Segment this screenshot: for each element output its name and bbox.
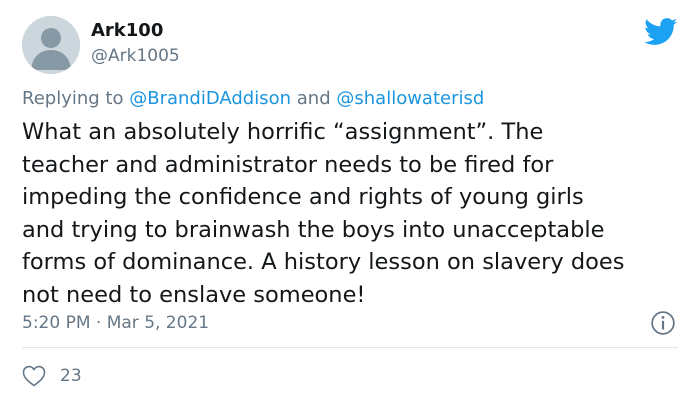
mention-link[interactable]: @shallowaterisd — [336, 88, 484, 109]
reply-conjunction: and — [296, 88, 331, 109]
tweet-text-line: not need to enslave someone! — [22, 281, 366, 308]
tweet-card: Ark100 @Ark1005 Replying to @BrandiDAddi… — [0, 0, 700, 402]
author-handle[interactable]: @Ark1005 — [91, 45, 180, 67]
author-name[interactable]: Ark100 — [91, 19, 163, 43]
mention-link[interactable]: @BrandiDAddison — [129, 88, 291, 109]
avatar[interactable] — [22, 16, 80, 74]
tweet-timestamp[interactable]: 5:20 PM · Mar 5, 2021 — [22, 311, 209, 335]
tweet-text-line: forms of dominance. A history lesson on … — [22, 249, 625, 275]
divider — [22, 347, 678, 348]
tweet-text: What an absolutely horrific “assignment”… — [22, 116, 682, 311]
tweet-text-line: What an absolutely horrific “assignment”… — [22, 119, 544, 145]
heart-icon — [22, 365, 46, 387]
tweet-text-line: impeding the confidence and rights of yo… — [22, 184, 584, 210]
tweet-text-line: teacher and administrator needs to be fi… — [22, 151, 554, 178]
reply-prefix: Replying to — [22, 88, 124, 109]
twitter-bird-icon[interactable] — [644, 18, 678, 46]
reply-context: Replying to @BrandiDAddison and @shallow… — [22, 87, 484, 111]
like-button[interactable]: 23 — [22, 364, 82, 388]
info-icon[interactable] — [650, 310, 676, 336]
tweet-text-line: and trying to brainwash the boys into un… — [22, 216, 605, 243]
like-count: 23 — [60, 366, 82, 386]
default-avatar-icon — [22, 16, 80, 74]
